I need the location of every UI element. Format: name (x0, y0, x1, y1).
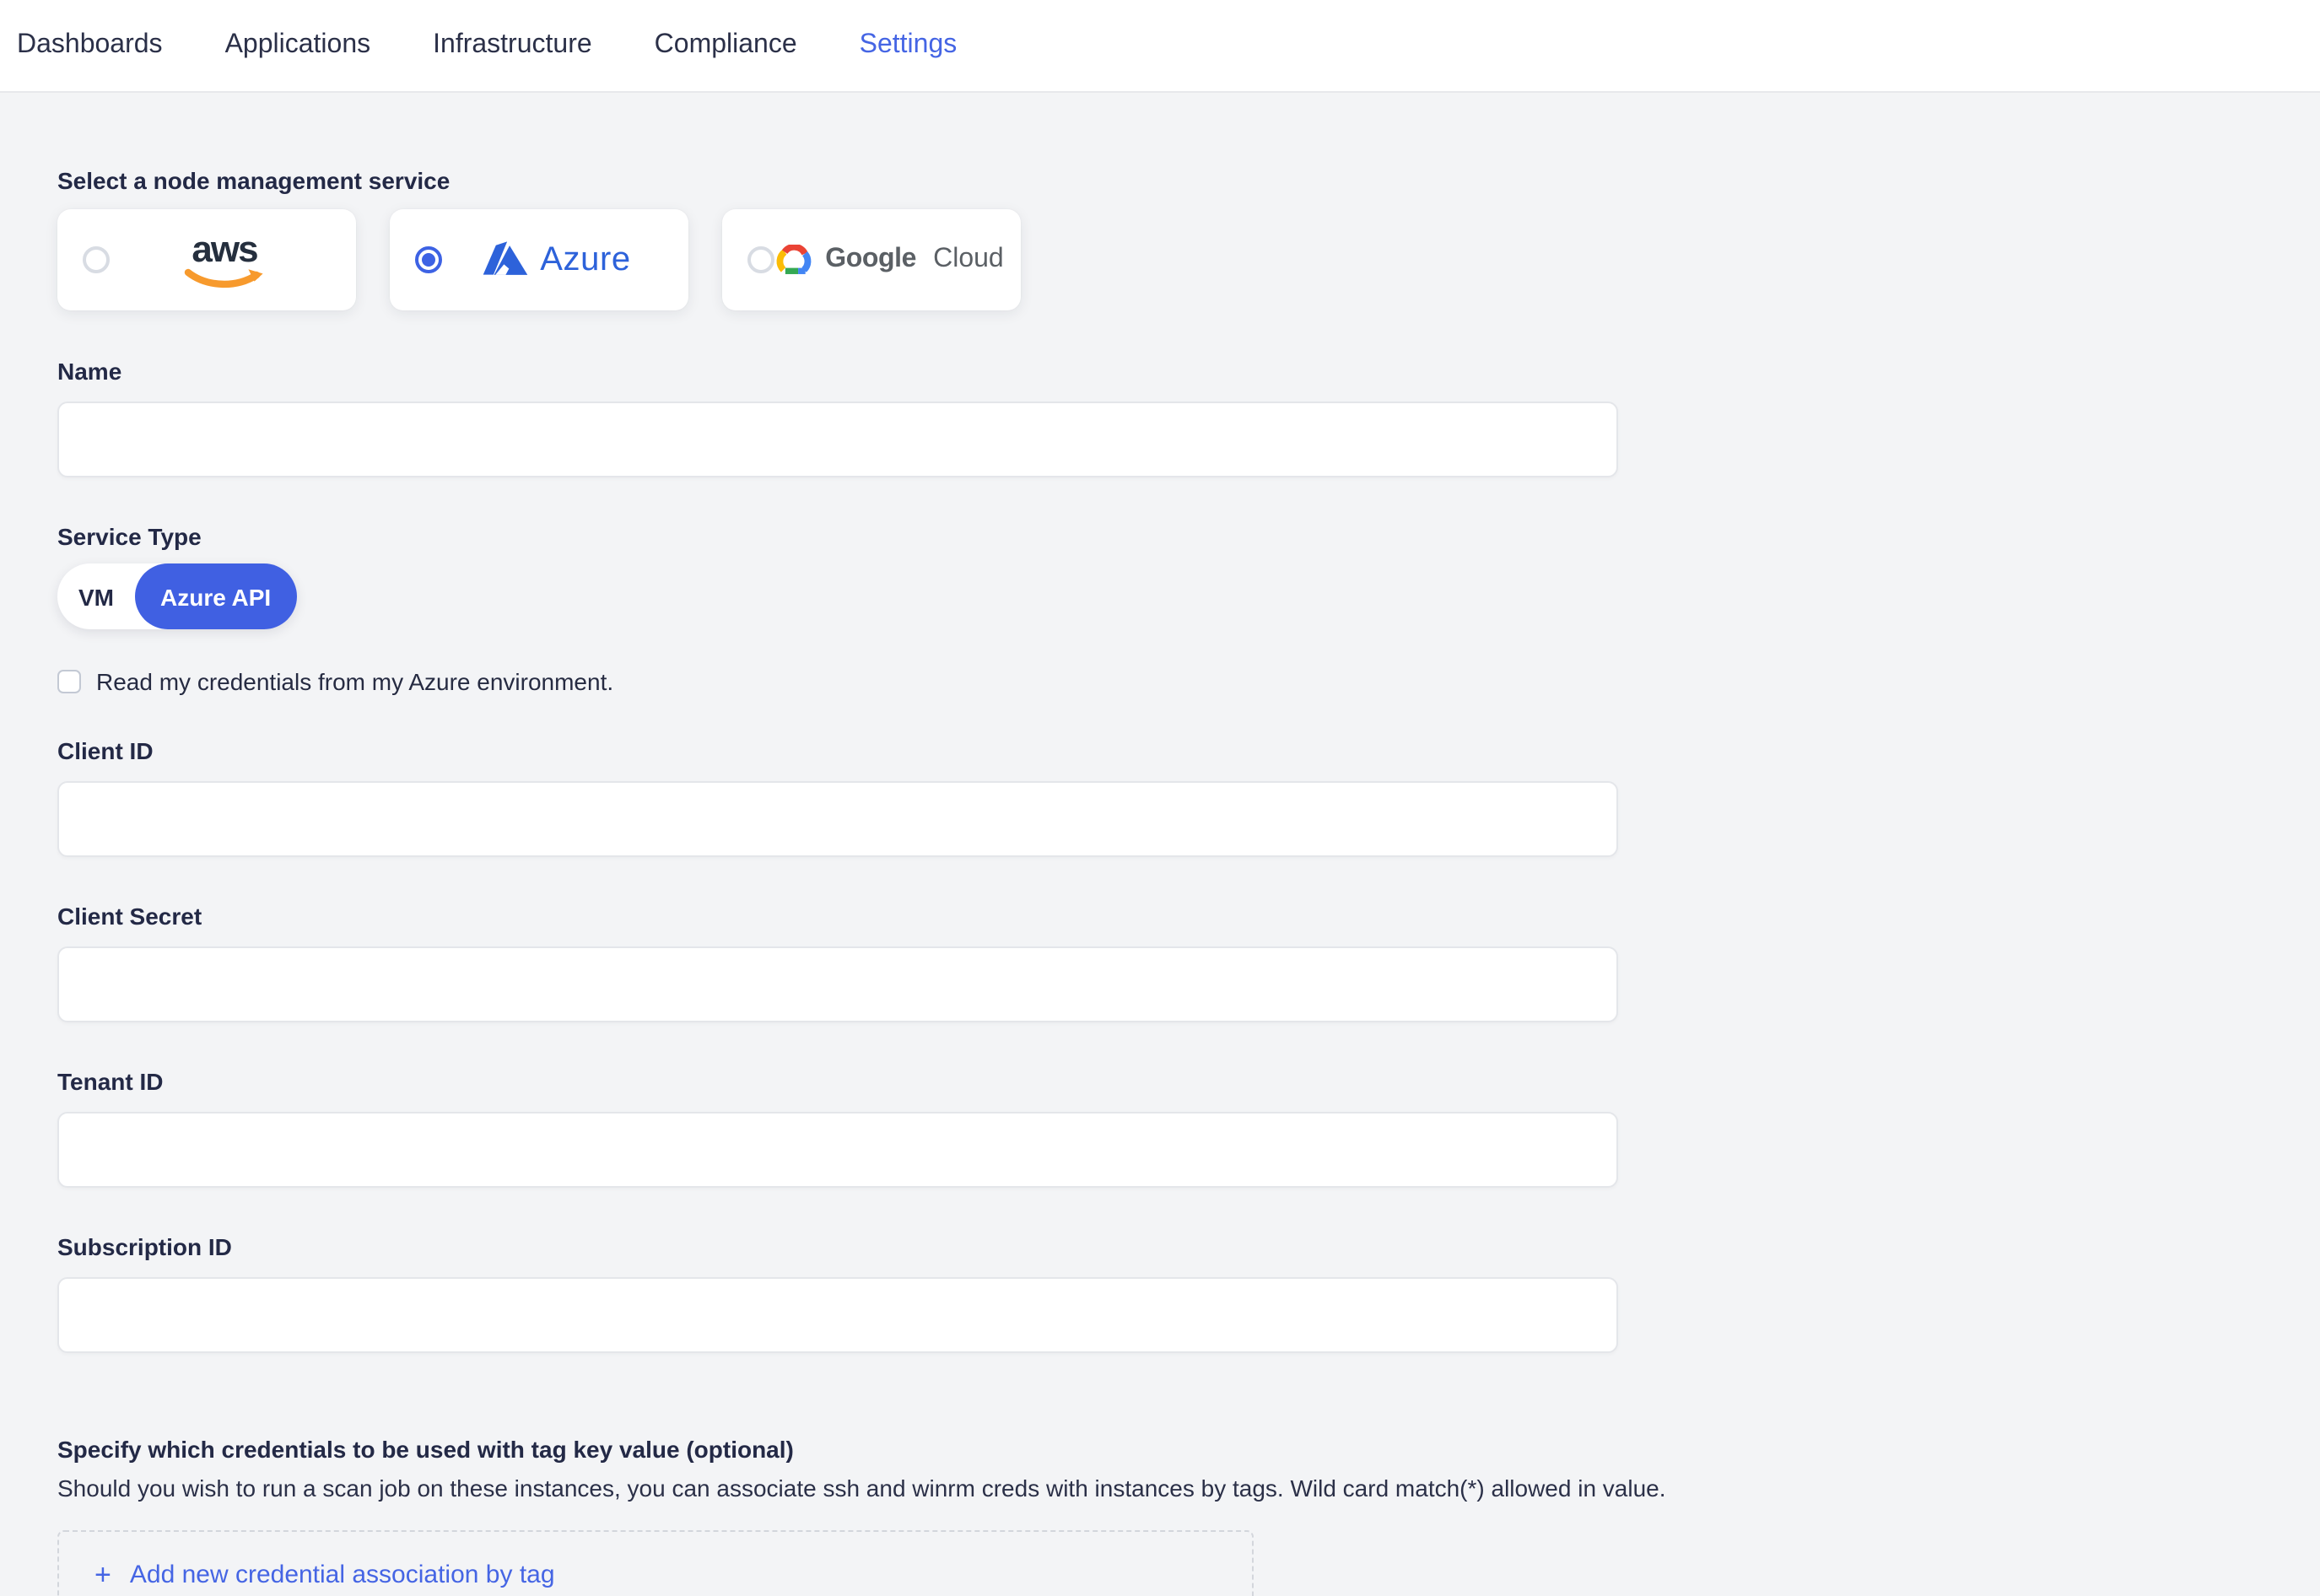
service-picker-label: Select a node management service (57, 164, 2320, 197)
service-type-toggle: VM Azure API (57, 563, 296, 629)
top-nav: Dashboards Applications Infrastructure C… (0, 0, 2320, 93)
cloud-logo-text: Cloud (933, 245, 1004, 275)
nav-tab-dashboards[interactable]: Dashboards (17, 30, 163, 61)
settings-page: Dashboards Applications Infrastructure C… (0, 0, 2320, 1596)
tenant-id-label: Tenant ID (57, 1065, 2320, 1098)
client-id-label: Client ID (57, 734, 2320, 768)
tenant-id-input[interactable] (57, 1112, 1618, 1188)
service-option-google-cloud[interactable]: Google Cloud (722, 209, 1021, 310)
aws-radio-button[interactable] (83, 246, 110, 273)
service-option-azure[interactable]: Azure (390, 209, 688, 310)
subscription-id-label: Subscription ID (57, 1230, 2320, 1264)
client-secret-label: Client Secret (57, 899, 2320, 933)
name-label: Name (57, 354, 2320, 388)
aws-smile-icon (184, 267, 265, 289)
service-picker-options: aws (57, 209, 2320, 310)
read-credentials-row: Read my credentials from my Azure enviro… (57, 668, 2320, 695)
nav-tab-compliance[interactable]: Compliance (655, 30, 797, 61)
subscription-id-input[interactable] (57, 1277, 1618, 1353)
add-credential-association-label: Add new credential association by tag (130, 1561, 555, 1589)
service-type-label: Service Type (57, 520, 2320, 553)
settings-form: Select a node management service aws (0, 93, 2320, 1596)
add-credential-association-button[interactable]: + Add new credential association by tag (94, 1561, 555, 1589)
nav-tab-infrastructure[interactable]: Infrastructure (433, 30, 592, 61)
google-cloud-icon (774, 244, 813, 276)
aws-logo: aws (110, 230, 339, 289)
nav-tab-applications[interactable]: Applications (225, 30, 371, 61)
client-secret-input[interactable] (57, 946, 1618, 1022)
google-logo-text: Google (825, 245, 916, 275)
plus-icon: + (94, 1561, 111, 1589)
nav-tab-settings[interactable]: Settings (860, 30, 958, 61)
azure-radio-button[interactable] (415, 246, 442, 273)
read-credentials-label: Read my credentials from my Azure enviro… (96, 668, 613, 695)
read-credentials-checkbox[interactable] (57, 670, 81, 693)
azure-logo-text: Azure (540, 240, 631, 279)
azure-triangle-icon (483, 241, 528, 278)
client-id-input[interactable] (57, 781, 1618, 857)
tag-credentials-title: Specify which credentials to be used wit… (57, 1432, 2320, 1466)
service-type-option-azure-api[interactable]: Azure API (135, 563, 296, 629)
google-cloud-radio-button[interactable] (747, 246, 774, 273)
credential-association-box: + Add new credential association by tag (57, 1530, 1254, 1596)
service-option-aws[interactable]: aws (57, 209, 356, 310)
aws-logo-text: aws (192, 230, 256, 267)
azure-logo: Azure (442, 240, 672, 279)
service-type-option-vm[interactable]: VM (57, 563, 135, 629)
name-input[interactable] (57, 402, 1618, 477)
google-cloud-logo: Google Cloud (774, 244, 1004, 276)
tag-credentials-description: Should you wish to run a scan job on the… (57, 1471, 2320, 1505)
